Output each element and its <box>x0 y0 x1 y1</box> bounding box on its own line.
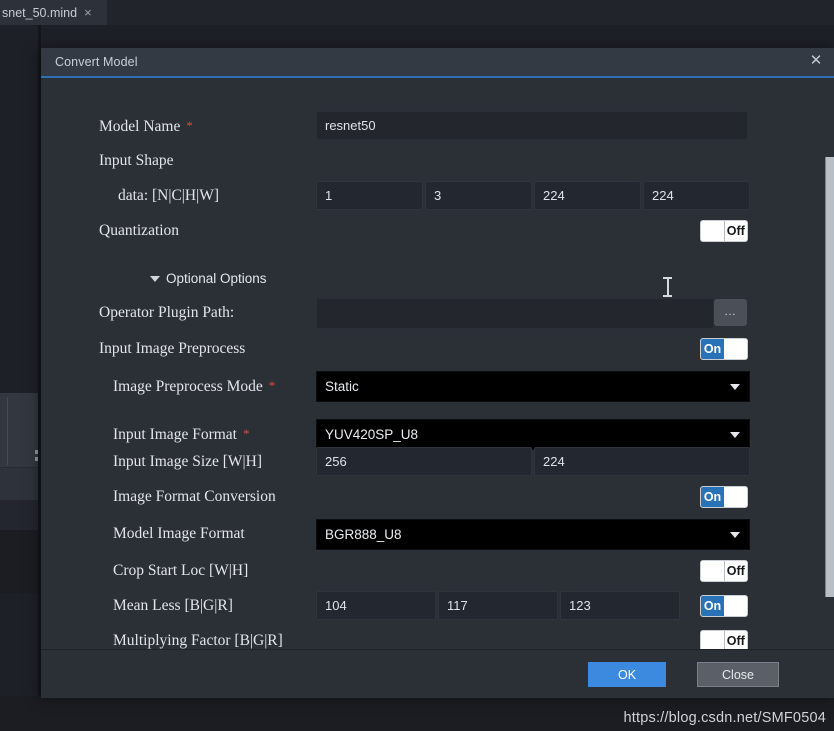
toggle-state-label: Off <box>724 561 747 581</box>
left-panel-row-2 <box>0 468 38 500</box>
row-mean-less: Mean Less [B|G|R] 104 117 123 On <box>41 591 834 621</box>
dialog-scrollbar[interactable] <box>825 78 834 649</box>
data-h-input[interactable]: 224 <box>534 181 641 210</box>
toggle-knob <box>724 487 747 507</box>
operator-plugin-path-input[interactable] <box>316 298 714 329</box>
label-mean-less: Mean Less [B|G|R] <box>113 597 233 614</box>
toggle-state-label: Off <box>724 221 747 241</box>
dialog-body: Model Name * resnet50 Input Shape data: [… <box>41 78 834 649</box>
chevron-down-icon <box>730 384 740 390</box>
row-crop-start-loc: Crop Start Loc [W|H] Off <box>41 556 834 586</box>
chevron-down-icon <box>730 532 740 538</box>
row-image-preprocess-mode: Image Preprocess Mode * Static <box>41 371 834 402</box>
label-input-image-preprocess: Input Image Preprocess <box>99 340 246 357</box>
tab-resnet50-mind[interactable]: snet_50.mind × <box>0 0 107 25</box>
toggle-knob <box>724 339 747 359</box>
label-input-shape: Input Shape <box>99 152 174 169</box>
image-format-conversion-toggle[interactable]: On <box>700 486 748 508</box>
data-w-input[interactable]: 224 <box>643 181 750 210</box>
label-optional-options: Optional Options <box>166 271 267 286</box>
toggle-state-label: Off <box>724 631 747 649</box>
row-data-nchw: data: [N|C|H|W] 1 3 224 224 <box>41 181 834 211</box>
ok-button[interactable]: OK <box>588 662 666 687</box>
close-button[interactable]: Close <box>697 662 779 687</box>
select-value: YUV420SP_U8 <box>325 427 419 442</box>
row-model-image-format: Model Image Format BGR888_U8 <box>41 519 834 550</box>
toggle-knob <box>701 221 725 241</box>
select-value: BGR888_U8 <box>325 527 402 542</box>
mean-less-b-input[interactable]: 104 <box>316 591 436 620</box>
row-image-format-conversion: Image Format Conversion On <box>41 482 834 512</box>
toggle-knob <box>724 596 747 616</box>
label-image-preprocess-mode: Image Preprocess Mode * <box>113 378 276 395</box>
dialog-title-bar: Convert Model ✕ <box>41 48 834 78</box>
text-cursor-icon <box>663 277 672 297</box>
input-image-height-input[interactable]: 224 <box>534 447 750 476</box>
dialog-title: Convert Model <box>55 55 138 69</box>
close-icon[interactable]: × <box>84 6 92 19</box>
model-image-format-select[interactable]: BGR888_U8 <box>316 519 750 550</box>
row-input-image-size: Input Image Size [W|H] 256 224 <box>41 447 834 477</box>
row-operator-plugin-path: Operator Plugin Path: … <box>41 298 834 329</box>
watermark-text: https://blog.csdn.net/SMF0504 <box>623 710 826 726</box>
tab-label: snet_50.mind <box>2 5 78 20</box>
row-model-name: Model Name * resnet50 <box>41 111 834 141</box>
quantization-toggle[interactable]: Off <box>700 220 748 242</box>
left-side-panel <box>0 393 38 593</box>
left-panel-row-4 <box>0 530 38 593</box>
mean-less-g-input[interactable]: 117 <box>438 591 558 620</box>
input-image-width-input[interactable]: 256 <box>316 447 532 476</box>
left-panel-divider <box>7 397 8 465</box>
dialog-scrollbar-thumb[interactable] <box>825 157 834 597</box>
label-operator-plugin-path: Operator Plugin Path: <box>99 304 235 321</box>
browse-button[interactable]: … <box>714 299 747 326</box>
label-input-image-format: Input Image Format * <box>113 426 250 443</box>
label-image-format-conversion: Image Format Conversion <box>113 488 276 505</box>
toggle-state-label: On <box>701 339 724 359</box>
toggle-state-label: On <box>701 487 724 507</box>
close-icon[interactable]: ✕ <box>807 52 825 70</box>
label-model-image-format: Model Image Format <box>113 525 245 542</box>
row-input-shape: Input Shape <box>41 146 834 176</box>
required-marker: * <box>242 426 250 441</box>
toggle-knob <box>701 561 725 581</box>
row-optional-options[interactable]: Optional Options <box>41 264 834 294</box>
label-input-image-size: Input Image Size [W|H] <box>113 453 263 470</box>
data-n-input[interactable]: 1 <box>316 181 423 210</box>
left-panel-row-3 <box>0 500 38 530</box>
input-image-format-select[interactable]: YUV420SP_U8 <box>316 419 750 450</box>
label-model-name: Model Name * <box>99 118 193 135</box>
label-multiplying-factor: Multiplying Factor [B|G|R] <box>113 632 283 649</box>
select-value: Static <box>325 379 359 394</box>
data-c-input[interactable]: 3 <box>425 181 532 210</box>
row-quantization: Quantization Off <box>41 216 834 246</box>
convert-model-dialog: Convert Model ✕ Model Name * resnet50 Inp… <box>41 48 834 698</box>
crop-start-loc-toggle[interactable]: Off <box>700 560 748 582</box>
label-crop-start-loc: Crop Start Loc [W|H] <box>113 562 249 579</box>
mean-less-toggle[interactable]: On <box>700 595 748 617</box>
required-marker: * <box>186 118 193 133</box>
required-marker: * <box>268 378 276 393</box>
label-quantization: Quantization <box>99 222 180 239</box>
mean-less-r-input[interactable]: 123 <box>560 591 680 620</box>
row-input-image-preprocess: Input Image Preprocess On <box>41 334 834 364</box>
image-preprocess-mode-select[interactable]: Static <box>316 371 750 402</box>
toggle-knob <box>701 631 725 649</box>
label-data-nchw: data: [N|C|H|W] <box>118 187 219 204</box>
chevron-down-icon[interactable] <box>150 276 160 282</box>
multiplying-factor-toggle[interactable]: Off <box>700 630 748 649</box>
tab-strip: snet_50.mind × <box>0 0 834 25</box>
toggle-state-label: On <box>701 596 724 616</box>
row-multiplying-factor: Multiplying Factor [B|G|R] Off <box>41 626 834 649</box>
chevron-down-icon <box>730 432 740 438</box>
input-image-preprocess-toggle[interactable]: On <box>700 338 748 360</box>
row-input-image-format: Input Image Format * YUV420SP_U8 <box>41 419 834 450</box>
model-name-input[interactable]: resnet50 <box>316 111 748 140</box>
left-panel-row-1 <box>0 393 38 468</box>
dialog-footer: OK Close <box>41 649 834 698</box>
